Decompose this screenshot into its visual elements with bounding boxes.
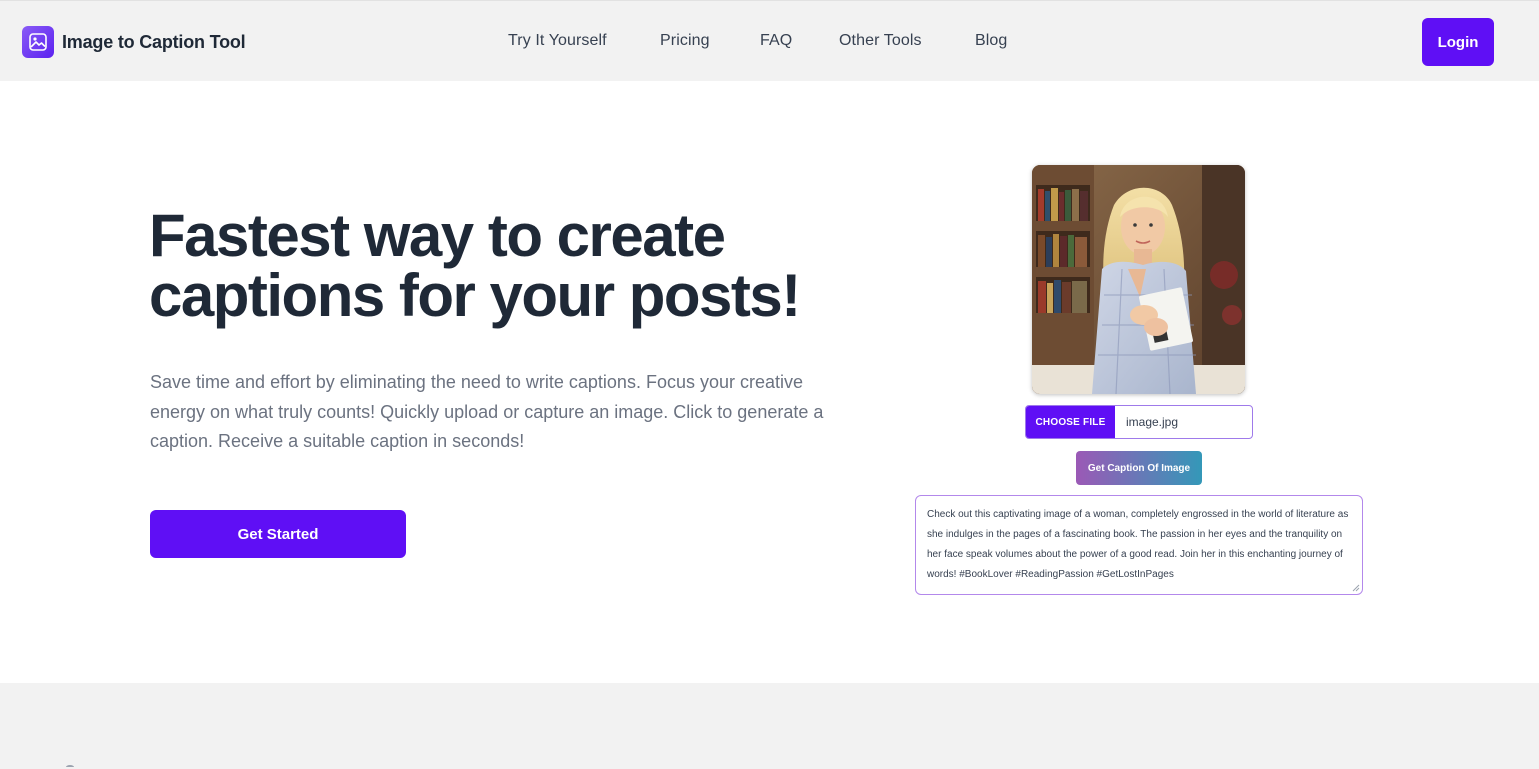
nav-link-pricing[interactable]: Pricing bbox=[660, 32, 710, 50]
file-input[interactable]: CHOOSE FILE image.jpg bbox=[1025, 405, 1253, 439]
get-started-button[interactable]: Get Started bbox=[150, 510, 406, 558]
top-navbar: Image to Caption Tool Try It Yourself Pr… bbox=[0, 0, 1539, 81]
caption-output-textarea[interactable]: Check out this captivating image of a wo… bbox=[915, 495, 1363, 595]
resize-handle-icon[interactable] bbox=[1352, 584, 1360, 592]
hero-title-line2: captions for your posts! bbox=[149, 262, 801, 329]
hero-title: Fastest way to create captions for your … bbox=[149, 206, 849, 326]
nav-link-try-it-yourself[interactable]: Try It Yourself bbox=[508, 32, 607, 50]
selected-file-name: image.jpg bbox=[1126, 415, 1179, 429]
nav-link-other-tools[interactable]: Other Tools bbox=[839, 32, 922, 50]
nav-link-faq[interactable]: FAQ bbox=[760, 32, 792, 50]
nav-link-blog[interactable]: Blog bbox=[975, 32, 1007, 50]
choose-file-button[interactable]: CHOOSE FILE bbox=[1026, 406, 1115, 438]
brand-name: Image to Caption Tool bbox=[62, 31, 246, 52]
caption-text: Check out this captivating image of a wo… bbox=[927, 509, 1349, 580]
hero-title-line1: Fastest way to create bbox=[149, 202, 726, 269]
partial-heading-glyph bbox=[66, 765, 74, 769]
lower-section bbox=[0, 683, 1539, 769]
brand-link[interactable]: Image to Caption Tool bbox=[22, 26, 246, 58]
hero-description: Save time and effort by eliminating the … bbox=[150, 372, 824, 451]
login-button[interactable]: Login bbox=[1422, 18, 1494, 66]
get-caption-button[interactable]: Get Caption Of Image bbox=[1076, 451, 1202, 485]
image-icon bbox=[22, 26, 54, 58]
uploaded-image-preview bbox=[1032, 165, 1245, 394]
